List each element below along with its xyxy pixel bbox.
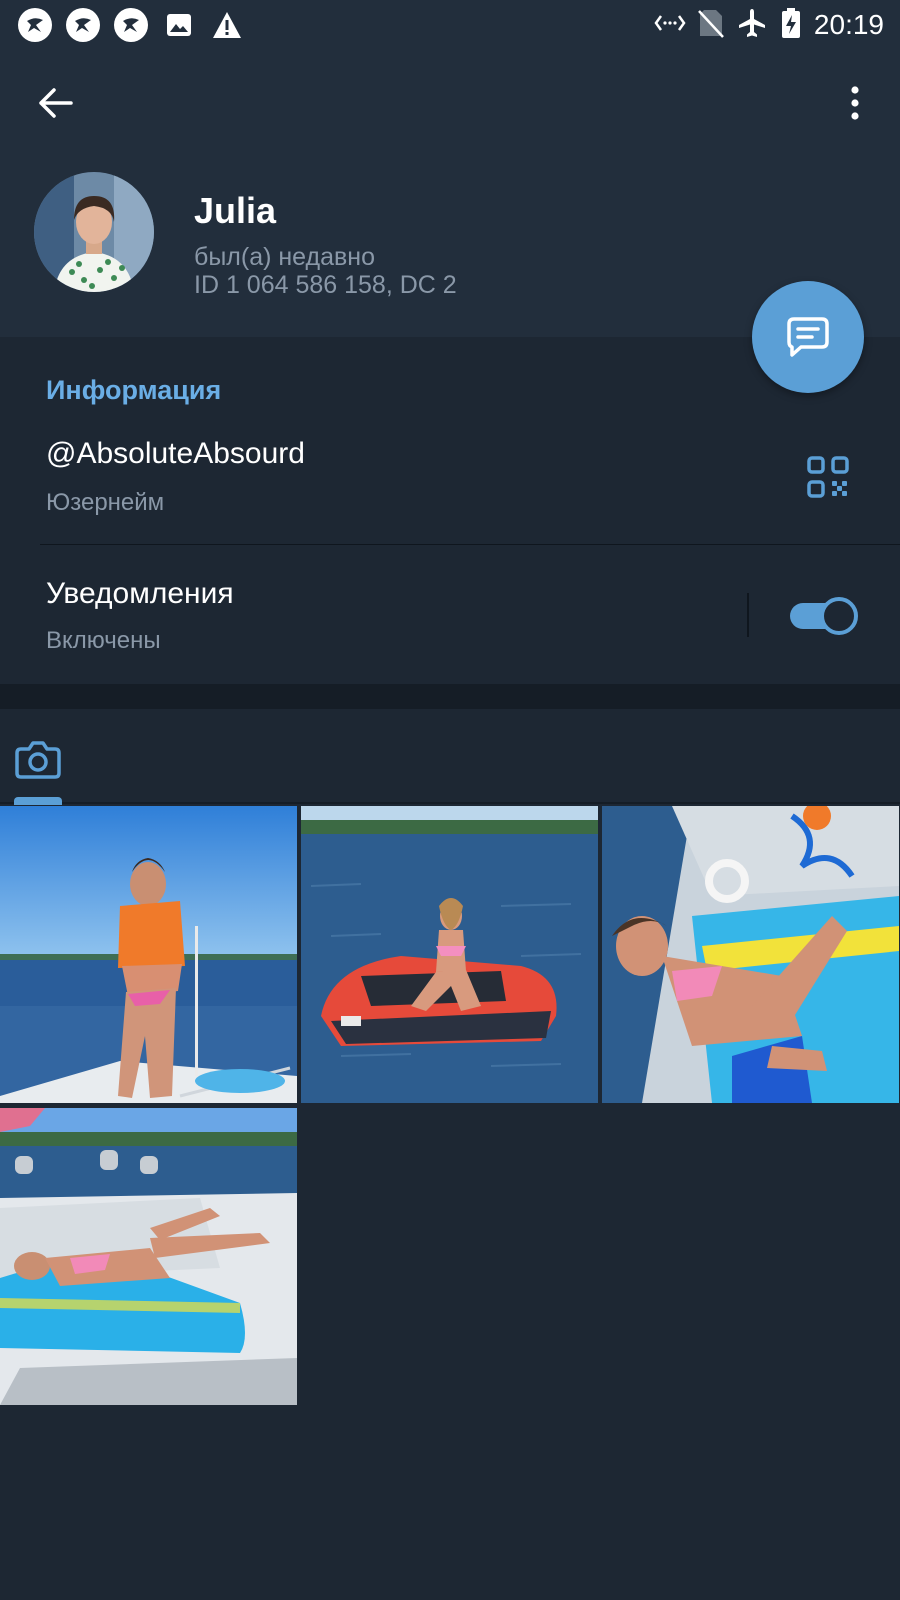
battery-charging-icon xyxy=(780,7,802,44)
photo-thumbnail[interactable] xyxy=(0,1108,297,1405)
back-button[interactable] xyxy=(30,78,80,128)
status-bar-notifications xyxy=(18,8,244,42)
more-vertical-icon xyxy=(851,86,859,120)
no-sim-icon xyxy=(698,8,724,43)
app-notification-icon xyxy=(66,8,100,42)
notifications-toggle[interactable] xyxy=(790,597,858,635)
tab-photos[interactable] xyxy=(14,735,62,783)
section-gap xyxy=(0,684,900,709)
username-value[interactable]: @AbsoluteAbsourd xyxy=(46,437,305,471)
image-icon xyxy=(162,8,196,42)
avatar[interactable] xyxy=(34,172,154,292)
status-bar-system: 20:19 xyxy=(654,7,884,44)
send-message-button[interactable] xyxy=(752,281,864,393)
toggle-knob xyxy=(820,597,858,635)
media-tabs xyxy=(0,709,900,805)
info-section: Информация @AbsoluteAbsourd Юзернейм Уве… xyxy=(0,337,900,684)
active-tab-indicator xyxy=(14,797,62,805)
last-seen-status: был(а) недавно xyxy=(194,243,376,271)
camera-icon xyxy=(15,741,61,779)
status-bar: 20:19 xyxy=(0,0,900,50)
qr-code-icon xyxy=(807,456,849,498)
photo-thumbnail[interactable] xyxy=(301,806,598,1103)
section-title: Информация xyxy=(46,375,222,405)
username-label: Юзернейм xyxy=(46,489,165,516)
photo-thumbnail[interactable] xyxy=(602,806,899,1103)
profile-header: Julia был(а) недавно ID 1 064 586 158, D… xyxy=(0,50,900,337)
message-icon xyxy=(787,317,829,357)
notifications-title[interactable]: Уведомления xyxy=(46,577,234,611)
arrow-left-icon xyxy=(39,88,73,118)
warning-icon xyxy=(210,8,244,42)
profile-name: Julia xyxy=(194,190,277,231)
divider xyxy=(40,544,900,545)
photo-thumbnail[interactable] xyxy=(0,806,297,1103)
status-time: 20:19 xyxy=(813,9,884,40)
vertical-separator xyxy=(747,593,749,637)
qr-code-button[interactable] xyxy=(806,455,850,499)
app-notification-icon xyxy=(18,8,52,42)
data-arrows-icon xyxy=(654,11,686,40)
user-id: ID 1 064 586 158, DC 2 xyxy=(194,271,457,299)
notifications-value: Включены xyxy=(46,627,161,654)
app-notification-icon xyxy=(114,8,148,42)
more-menu-button[interactable] xyxy=(840,78,870,128)
airplane-icon xyxy=(736,7,768,44)
